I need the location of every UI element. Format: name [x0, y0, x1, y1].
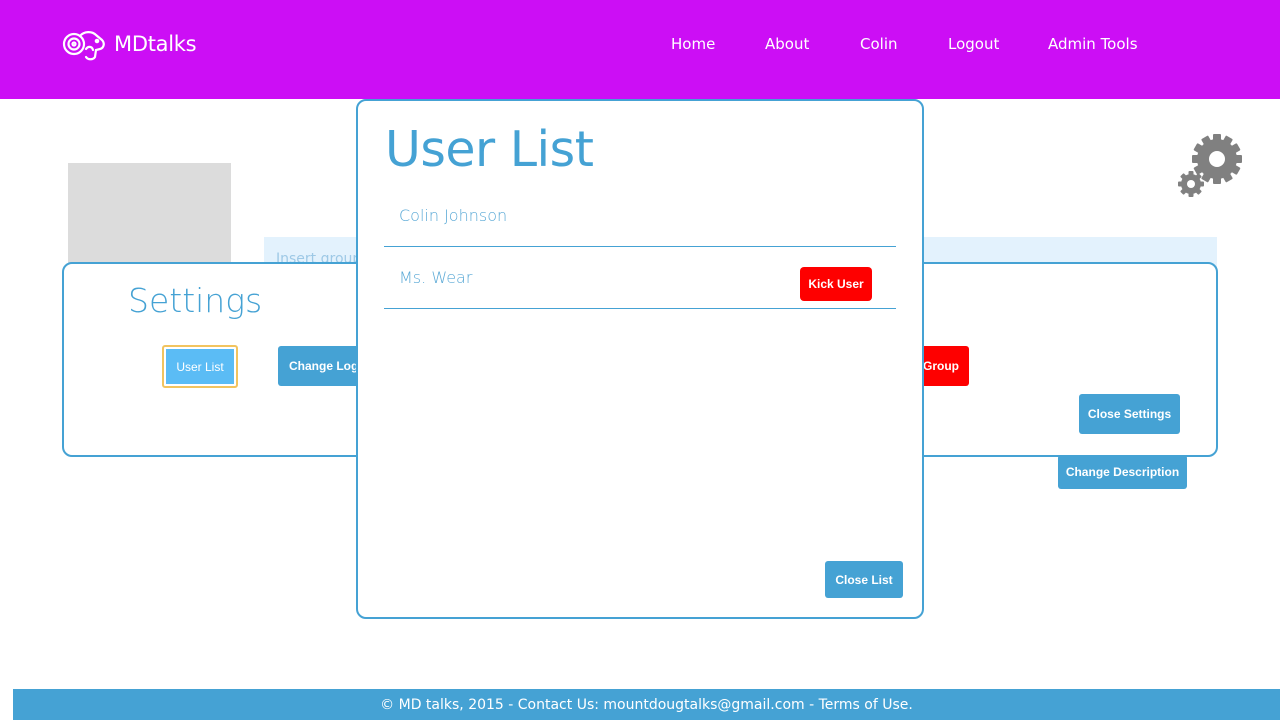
user-name: Colin Johnson [399, 206, 508, 225]
change-description-button[interactable]: Change Description [1058, 455, 1187, 489]
close-list-button[interactable]: Close List [825, 561, 903, 598]
close-settings-button[interactable]: Close Settings [1079, 394, 1180, 434]
logo[interactable]: MDtalks [62, 26, 197, 62]
user-row: Colin Johnson [384, 185, 896, 247]
nav-about[interactable]: About [765, 35, 809, 53]
group-logo-placeholder [68, 163, 231, 273]
user-list-modal: User List Colin Johnson Ms. Wear Kick Us… [356, 99, 924, 619]
nav-admin-tools[interactable]: Admin Tools [1048, 35, 1138, 53]
footer: © MD talks, 2015 - Contact Us: mountdoug… [13, 689, 1280, 720]
kick-user-button[interactable]: Kick User [800, 267, 872, 301]
user-name: Ms. Wear [399, 268, 473, 287]
user-row: Ms. Wear Kick User [384, 247, 896, 309]
ram-logo-icon [62, 26, 108, 62]
nav-logout[interactable]: Logout [948, 35, 999, 53]
nav-home[interactable]: Home [671, 35, 715, 53]
gear-icon[interactable] [1176, 132, 1246, 202]
logo-text: MDtalks [114, 32, 197, 56]
header: MDtalks Home About Colin Logout Admin To… [0, 0, 1280, 99]
nav-profile[interactable]: Colin [860, 35, 898, 53]
page: MDtalks Home About Colin Logout Admin To… [0, 0, 1280, 720]
settings-title: Settings [128, 281, 263, 320]
user-list-title: User List [385, 121, 594, 178]
user-list-button[interactable]: User List [162, 345, 238, 388]
